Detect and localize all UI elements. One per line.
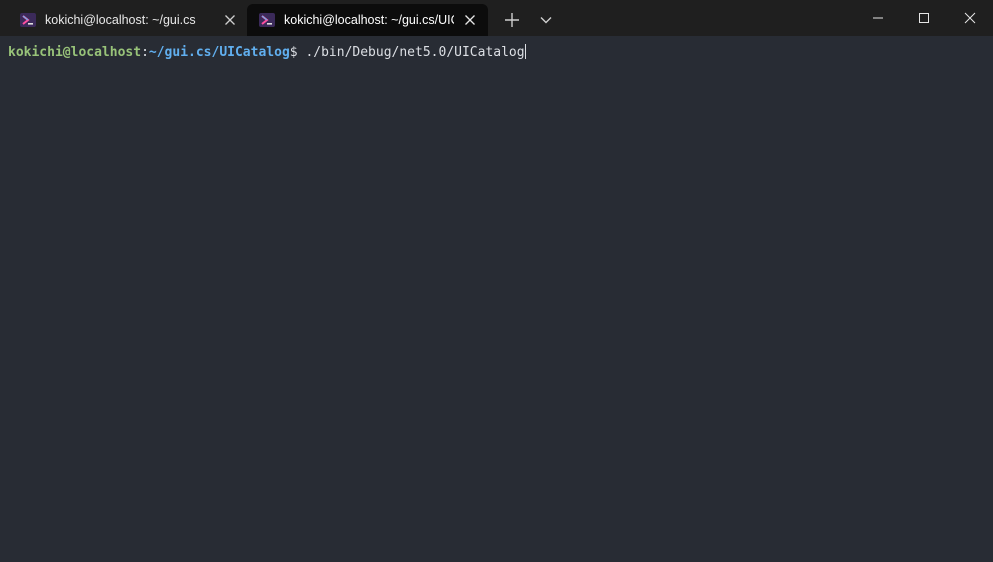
tab-gui-cs[interactable]: kokichi@localhost: ~/gui.cs	[8, 4, 244, 36]
title-bar: kokichi@localhost: ~/gui.cs kokichi@loca…	[0, 0, 993, 36]
text-cursor	[524, 44, 526, 59]
terminal-app-icon	[20, 13, 36, 27]
minimize-button[interactable]	[855, 0, 901, 36]
prompt-symbol: $	[289, 45, 306, 60]
close-window-button[interactable]	[947, 0, 993, 36]
tab-dropdown-button[interactable]	[534, 8, 558, 32]
maximize-button[interactable]	[901, 0, 947, 36]
terminal-app-icon	[259, 13, 275, 27]
close-icon	[964, 12, 976, 24]
prompt-user-host: kokichi@localhost	[8, 45, 142, 60]
prompt-line: kokichi@localhost:~/gui.cs/UICatalog$ ./…	[8, 44, 526, 61]
tab-title: kokichi@localhost: ~/gui.cs/UICatalog	[284, 13, 454, 27]
command-text: ./bin/Debug/net5.0/UICatalog	[305, 45, 525, 60]
close-icon[interactable]	[223, 13, 237, 27]
new-tab-button[interactable]	[500, 8, 524, 32]
tab-title: kokichi@localhost: ~/gui.cs	[45, 13, 196, 27]
minimize-icon	[873, 17, 883, 19]
close-icon[interactable]	[463, 13, 477, 27]
prompt-path: ~/gui.cs/UICatalog	[148, 45, 290, 60]
terminal-pane[interactable]: kokichi@localhost:~/gui.cs/UICatalog$ ./…	[0, 36, 993, 562]
maximize-icon	[919, 13, 929, 23]
plus-icon	[505, 13, 519, 27]
tab-uicatalog[interactable]: kokichi@localhost: ~/gui.cs/UICatalog	[247, 4, 488, 36]
chevron-down-icon	[540, 17, 552, 24]
prompt-colon: :	[141, 45, 149, 60]
